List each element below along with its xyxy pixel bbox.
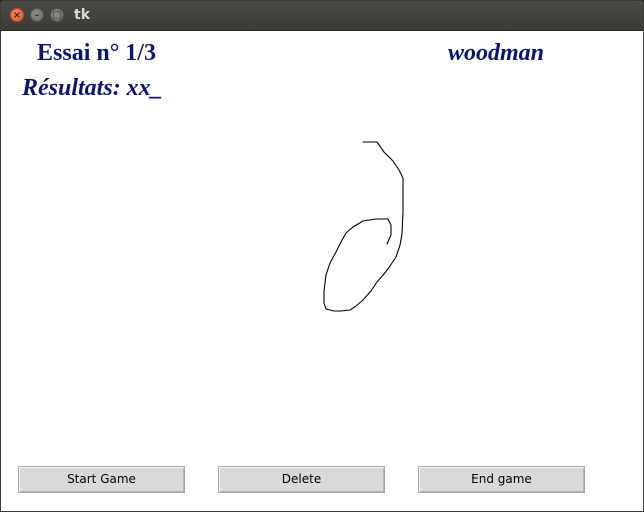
handwriting-stroke	[323, 141, 404, 312]
delete-button[interactable]: Delete	[218, 466, 385, 493]
close-icon[interactable]: ×	[10, 8, 24, 22]
maximize-icon[interactable]: □	[50, 8, 64, 22]
username-label: woodman	[448, 40, 545, 66]
window-titlebar[interactable]: × – □ tk	[1, 1, 643, 31]
trial-counter-label: Essai n° 1/3	[37, 40, 156, 66]
window-title: tk	[74, 7, 91, 23]
start-game-button[interactable]: Start Game	[18, 466, 185, 493]
end-game-button[interactable]: End game	[418, 466, 585, 493]
drawing-canvas[interactable]	[1, 111, 643, 451]
minimize-icon[interactable]: –	[30, 8, 44, 22]
app-window: × – □ tk Essai n° 1/3 woodman Résultats:…	[0, 0, 644, 512]
main-content: Essai n° 1/3 woodman Résultats: xx_ Star…	[1, 31, 643, 511]
results-label: Résultats: xx_	[22, 75, 163, 101]
